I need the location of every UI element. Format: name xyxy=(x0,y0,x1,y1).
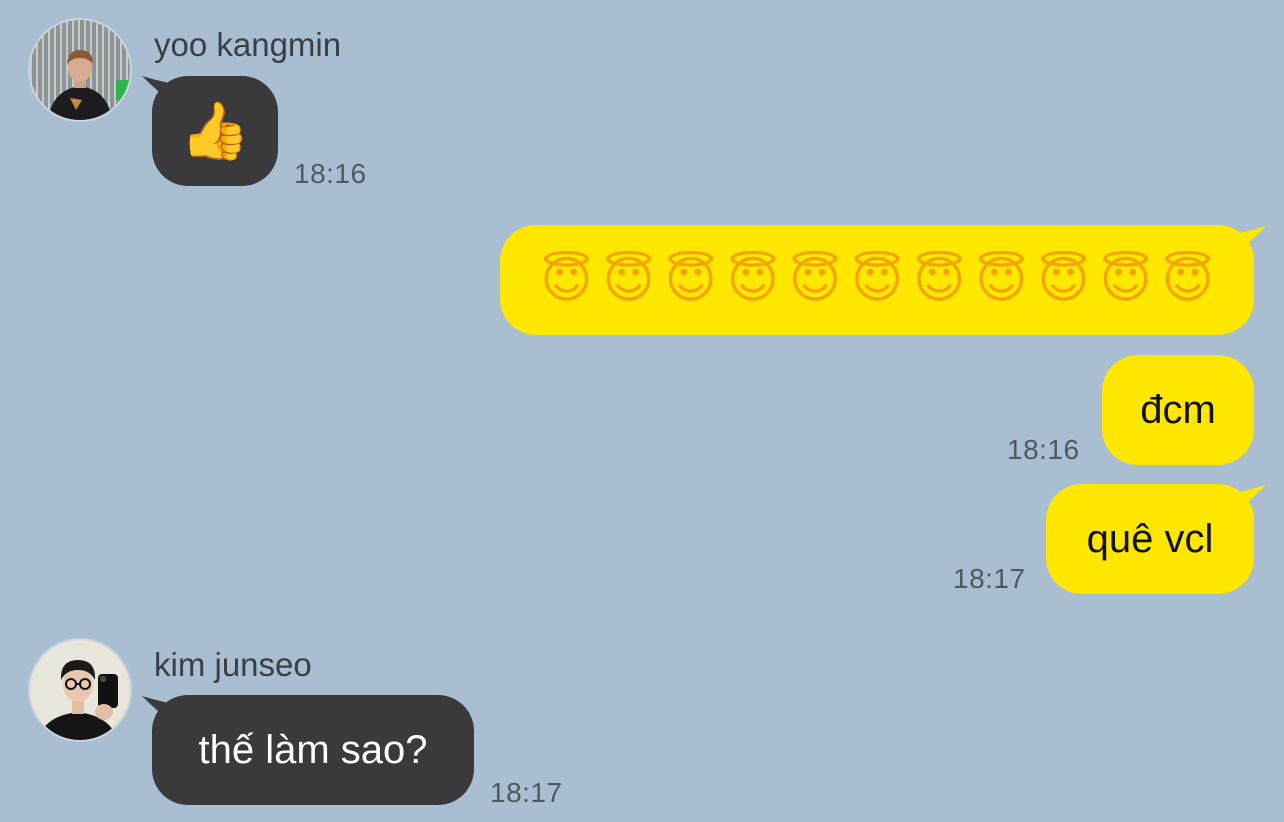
smiling-face-with-halo-icon: 😇 xyxy=(1037,251,1090,309)
smiling-face-with-halo-icon: 😇 xyxy=(602,251,655,309)
message-bubble[interactable]: quê vcl xyxy=(1046,484,1254,594)
thumbs-up-icon: 👍 xyxy=(180,99,250,164)
smiling-face-with-halo-icon: 😇 xyxy=(1099,251,1152,309)
smiling-face-with-halo-icon: 😇 xyxy=(850,251,904,309)
smiling-face-with-halo-icon: 😇 xyxy=(975,251,1028,309)
smiling-face-with-halo-icon: 😇 xyxy=(540,251,593,309)
sender-name: kim junseo xyxy=(154,646,312,683)
sender-name: yoo kangmin xyxy=(154,26,342,63)
message-text: quê vcl xyxy=(1086,516,1214,561)
message-bubble[interactable]: đcm xyxy=(1102,355,1254,465)
message-text: thế làm sao? xyxy=(198,727,428,772)
emoji-row: 😇 😇 😇 😇 😇 😇 😇 😇 😇 😇 😇 xyxy=(540,251,1213,309)
message-timestamp: 18:16 xyxy=(1007,434,1080,465)
message-bubble[interactable]: thế làm sao? xyxy=(152,695,474,805)
message-timestamp: 18:16 xyxy=(294,158,367,189)
smiling-face-with-halo-icon: 😇 xyxy=(726,251,779,309)
bubble-tail xyxy=(1226,485,1266,515)
smiling-face-with-halo-icon: 😇 xyxy=(1161,251,1214,309)
bubble-tail xyxy=(1226,226,1266,256)
avatar-kim-junseo[interactable] xyxy=(30,640,130,740)
chat-screen: { "colors": { "background": "#a9bfd1", "… xyxy=(0,0,1284,822)
message-bubble[interactable]: 👍 xyxy=(152,76,278,186)
message-timestamp: 18:17 xyxy=(953,563,1026,594)
smiling-face-with-halo-icon: 😇 xyxy=(664,251,717,309)
smiling-face-with-halo-icon: 😇 xyxy=(788,251,841,309)
message-bubble[interactable]: 😇 😇 😇 😇 😇 😇 😇 😇 😇 😇 😇 xyxy=(500,225,1254,335)
message-text: đcm xyxy=(1140,387,1216,432)
message-timestamp: 18:17 xyxy=(490,777,563,808)
avatar-yoo-kangmin[interactable] xyxy=(30,20,130,120)
smiling-face-with-halo-icon: 😇 xyxy=(913,251,966,309)
